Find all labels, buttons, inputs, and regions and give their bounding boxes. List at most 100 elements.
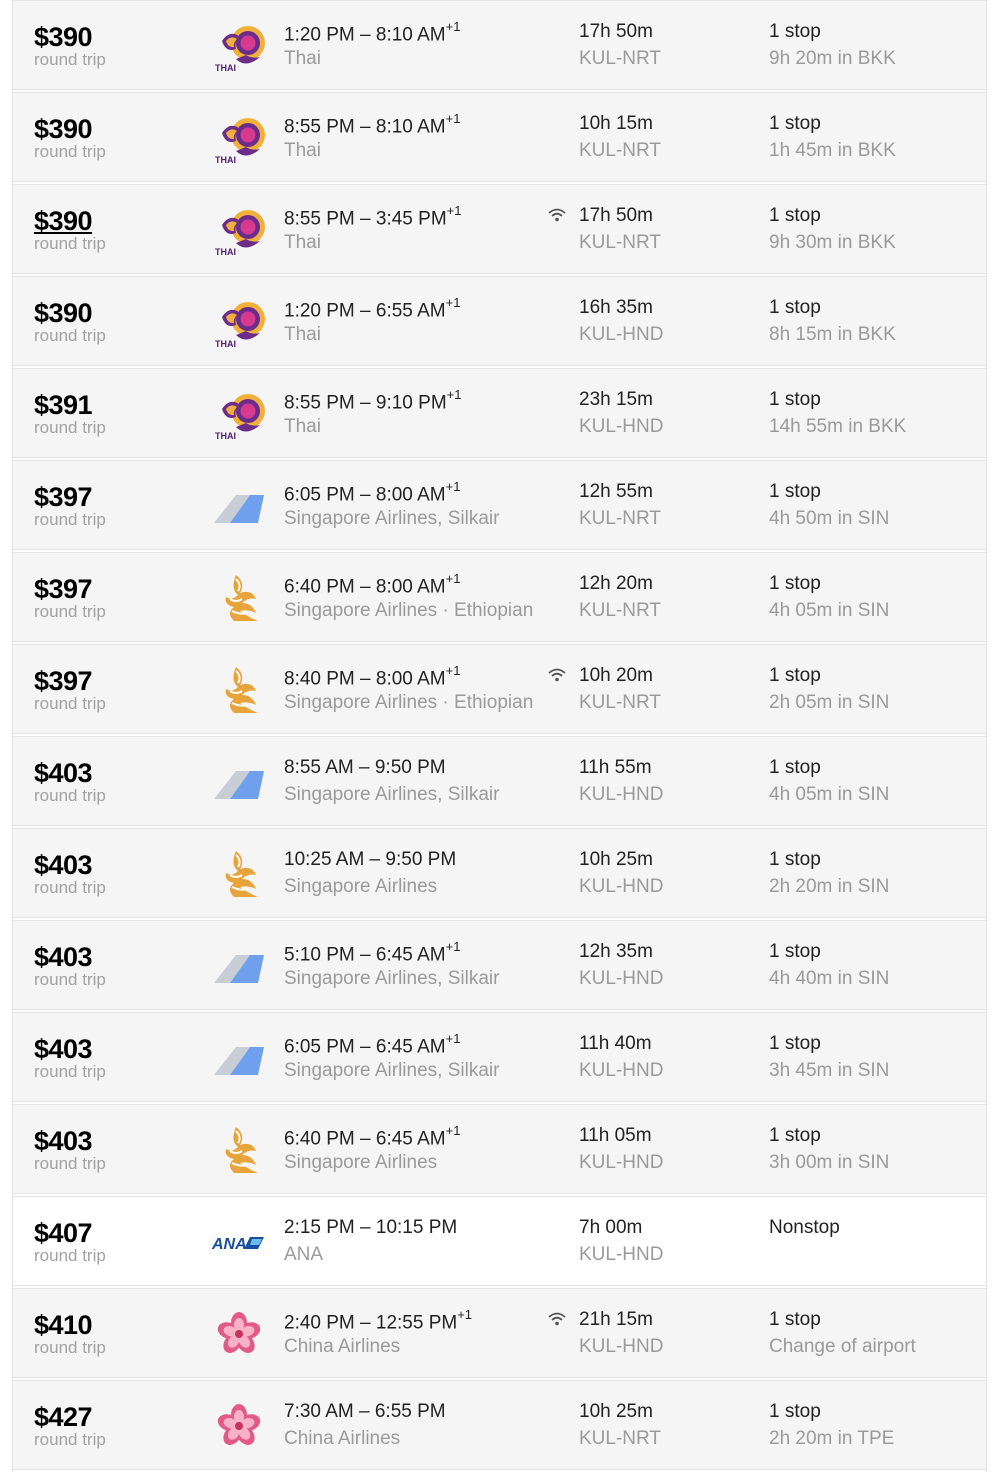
flight-duration: 12h 55m bbox=[579, 481, 653, 502]
flight-duration: 10h 25m bbox=[579, 849, 653, 870]
flight-result-row[interactable]: $390 round trip THAI 8:55 PM – 8:10 AM+1 Tha… bbox=[13, 92, 986, 182]
singapore-airlines-logo-icon bbox=[212, 847, 266, 901]
price: $403 bbox=[34, 1126, 93, 1156]
layover-info: 14h 55m in BKK bbox=[769, 416, 907, 437]
flight-times: 8:55 AM – 9:50 PM bbox=[284, 757, 446, 779]
flight-route: KUL-HND bbox=[579, 784, 664, 805]
time-separator: – bbox=[354, 484, 376, 506]
flight-times: 6:40 PM – 6:45 AM+1 bbox=[284, 1123, 460, 1150]
time-separator: – bbox=[353, 1401, 375, 1422]
airline-name: Singapore Airlines, Silkair bbox=[284, 1060, 500, 1081]
round-trip-label: round trip bbox=[34, 50, 106, 69]
arrival-time: 6:45 AM bbox=[375, 944, 446, 966]
price: $407 bbox=[34, 1218, 93, 1248]
flight-duration: 17h 50m bbox=[579, 21, 653, 42]
day-offset: +1 bbox=[445, 663, 461, 678]
day-offset: +1 bbox=[445, 111, 461, 126]
flight-result-row[interactable]: $403 round trip 8:55 AM – 9:50 PM Singapore… bbox=[13, 736, 986, 826]
flight-times: 6:05 PM – 8:00 AM+1 bbox=[284, 479, 460, 506]
flight-result-row[interactable]: $403 round trip 6:40 PM – 6:45 AM+1 Singapo… bbox=[13, 1104, 986, 1194]
stops-count: 1 stop bbox=[769, 941, 821, 962]
time-separator: – bbox=[354, 944, 376, 966]
layover-info: 4h 50m in SIN bbox=[769, 508, 890, 529]
departure-time: 8:55 PM bbox=[284, 208, 355, 230]
time-separator: – bbox=[354, 1036, 376, 1058]
flight-result-row[interactable]: $397 round trip 8:40 PM – 8:00 AM+1 Singapo… bbox=[13, 644, 986, 734]
departure-time: 6:05 PM bbox=[284, 484, 355, 506]
round-trip-label: round trip bbox=[34, 326, 106, 345]
flight-route: KUL-NRT bbox=[579, 1428, 661, 1449]
china-airlines-logo-icon bbox=[212, 1399, 266, 1453]
flight-result-row[interactable]: $397 round trip 6:05 PM – 8:00 AM+1 Singapo… bbox=[13, 460, 986, 550]
flight-route: KUL-NRT bbox=[579, 48, 661, 69]
wifi-icon bbox=[548, 1312, 566, 1326]
time-separator: – bbox=[354, 208, 376, 230]
time-separator: – bbox=[354, 1128, 376, 1150]
round-trip-label: round trip bbox=[34, 970, 106, 989]
flight-result-row[interactable]: $403 round trip 6:05 PM – 6:45 AM+1 Singapo… bbox=[13, 1012, 986, 1102]
arrival-time: 9:10 PM bbox=[375, 392, 447, 414]
day-offset: +1 bbox=[446, 203, 462, 218]
flight-result-row[interactable]: $397 round trip 6:40 PM – 8:00 AM+1 Singapo… bbox=[13, 552, 986, 642]
china-airlines-logo-icon bbox=[212, 1307, 266, 1361]
airline-name: China Airlines bbox=[284, 1336, 401, 1357]
price: $403 bbox=[34, 942, 93, 972]
wifi-icon bbox=[548, 668, 566, 682]
flight-route: KUL-NRT bbox=[579, 692, 661, 713]
arrival-time: 9:50 PM bbox=[385, 849, 457, 870]
time-separator: – bbox=[354, 24, 376, 46]
price: $427 bbox=[34, 1402, 93, 1432]
flight-results-list: $390 round trip THAI 1:20 PM – 8:10 AM+1 Tha… bbox=[12, 0, 987, 1472]
arrival-time: 6:55 AM bbox=[375, 300, 446, 322]
thai-logo-icon: THAI bbox=[212, 387, 266, 441]
round-trip-label: round trip bbox=[34, 1338, 106, 1357]
flight-duration: 17h 50m bbox=[579, 205, 653, 226]
arrival-time: 3:45 PM bbox=[375, 208, 447, 230]
layover-info: 2h 20m in SIN bbox=[769, 876, 890, 897]
round-trip-label: round trip bbox=[34, 1154, 106, 1173]
arrival-time: 8:10 AM bbox=[375, 24, 446, 46]
price: $410 bbox=[34, 1310, 93, 1340]
round-trip-label: round trip bbox=[34, 234, 106, 253]
flight-result-row[interactable]: $403 round trip 10:25 AM – 9:50 PM Singapor… bbox=[13, 828, 986, 918]
flight-result-row[interactable]: $390 round trip THAI 8:55 PM – 3:45 PM+1 Tha… bbox=[13, 184, 986, 274]
time-separator: – bbox=[354, 576, 376, 598]
flight-times: 10:25 AM – 9:50 PM bbox=[284, 849, 456, 871]
svg-text:THAI: THAI bbox=[215, 431, 236, 441]
flight-result-row[interactable]: $407 round trip ANA 2:15 PM – 10:15 PM ANA 7h… bbox=[13, 1196, 986, 1286]
flight-duration: 12h 20m bbox=[579, 573, 653, 594]
flight-result-row[interactable]: $410 round trip 2:40 PM – 12:55 PM+1 China … bbox=[13, 1288, 986, 1378]
layover-info: 9h 30m in BKK bbox=[769, 232, 896, 253]
flight-result-row[interactable]: $390 round trip THAI 1:20 PM – 6:55 AM+1 Tha… bbox=[13, 276, 986, 366]
price: $390 bbox=[34, 22, 93, 52]
svg-text:ANA: ANA bbox=[212, 1236, 247, 1253]
airline-name: Singapore Airlines bbox=[284, 876, 438, 897]
flight-route: KUL-NRT bbox=[579, 508, 661, 529]
singapore-airlines-logo-icon bbox=[212, 663, 266, 717]
airline-name: Thai bbox=[284, 324, 321, 345]
flight-times: 7:30 AM – 6:55 PM bbox=[284, 1401, 446, 1423]
departure-time: 8:55 AM bbox=[284, 757, 354, 778]
svg-text:THAI: THAI bbox=[215, 155, 236, 165]
stops-count: 1 stop bbox=[769, 573, 821, 594]
flight-result-row[interactable]: $391 round trip THAI 8:55 PM – 9:10 PM+1 Tha… bbox=[13, 368, 986, 458]
flight-times: 8:55 PM – 3:45 PM+1 bbox=[284, 203, 462, 230]
flight-result-row[interactable]: $390 round trip THAI 1:20 PM – 8:10 AM+1 Tha… bbox=[13, 0, 986, 90]
time-separator: – bbox=[353, 757, 375, 778]
arrival-time: 12:55 PM bbox=[375, 1312, 458, 1334]
airline-name: Singapore Airlines · Ethiopian bbox=[284, 692, 534, 713]
arrival-time: 10:15 PM bbox=[375, 1217, 458, 1238]
time-separator: – bbox=[354, 1217, 376, 1238]
arrival-time: 6:55 PM bbox=[374, 1401, 446, 1422]
departure-time: 2:40 PM bbox=[284, 1312, 355, 1334]
flight-duration: 10h 20m bbox=[579, 665, 653, 686]
layover-info: 4h 05m in SIN bbox=[769, 600, 890, 621]
flight-result-row[interactable]: $427 round trip 7:30 AM – 6:55 PM China Air… bbox=[13, 1380, 986, 1470]
flight-result-row[interactable]: $403 round trip 5:10 PM – 6:45 AM+1 Singapo… bbox=[13, 920, 986, 1010]
thai-logo-icon: THAI bbox=[212, 111, 266, 165]
multi-airline-tail-icon bbox=[212, 755, 266, 809]
stops-count: 1 stop bbox=[769, 849, 821, 870]
flight-duration: 10h 15m bbox=[579, 113, 653, 134]
flight-times: 8:55 PM – 9:10 PM+1 bbox=[284, 387, 461, 414]
departure-time: 6:05 PM bbox=[284, 1036, 355, 1058]
